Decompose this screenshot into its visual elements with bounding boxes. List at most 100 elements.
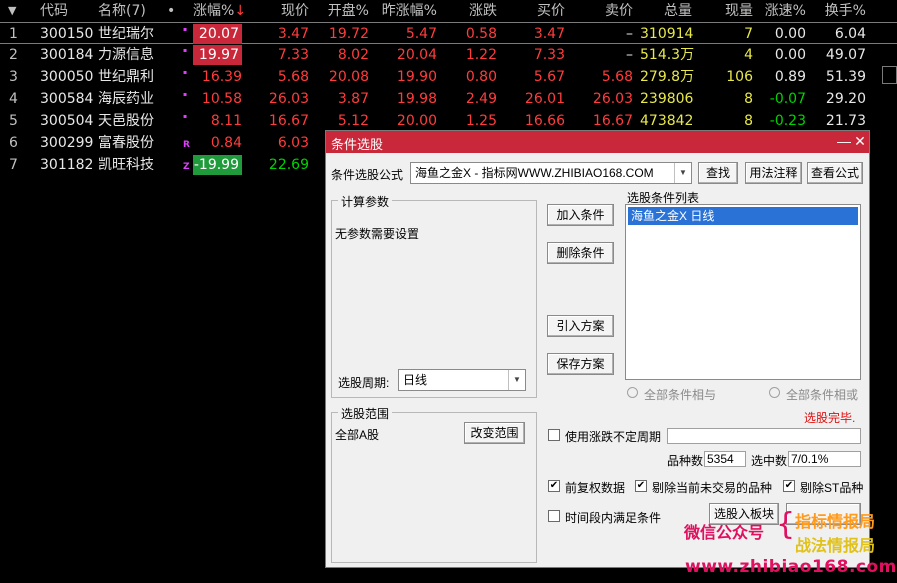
header-name[interactable]: 名称(7) <box>98 2 146 20</box>
exclude-st-label[interactable]: 剔除ST品种 <box>800 479 863 496</box>
add-condition-button[interactable]: 加入条件 <box>547 204 614 226</box>
cell-open-pct: 19.72 <box>328 26 369 42</box>
header-turnover[interactable]: 换手% <box>818 2 866 20</box>
row-dot-icon: ▪ <box>183 69 188 76</box>
cell-price: 16.67 <box>268 113 309 129</box>
cell-volume: 473842 <box>640 113 694 129</box>
table-row[interactable]: ▪ 5 300504 天邑股份 8.11 16.67 5.12 20.00 1.25 16.66 1… <box>0 110 897 132</box>
cell-bid: 7.33 <box>533 47 565 63</box>
cell-code: 300150 <box>40 26 94 42</box>
cell-idx: 4 <box>9 91 18 107</box>
header-last-vol[interactable]: 现量 <box>710 2 753 20</box>
cell-change: 1.22 <box>465 47 497 63</box>
cell-idx: 5 <box>9 113 18 129</box>
time-range-checkbox[interactable] <box>548 510 560 522</box>
table-row[interactable]: ▪ 2 300184 力源信息 19.97 7.33 8.02 20.04 1.22 7.33 –5… <box>0 44 897 66</box>
cell-bid: 26.01 <box>524 91 565 107</box>
cell-bid: 5.67 <box>533 69 565 85</box>
cell-change-pct: -19.99 <box>193 155 242 175</box>
header-open-pct[interactable]: 开盘% <box>310 2 369 20</box>
condition-list[interactable]: 海鱼之金X 日线 <box>625 204 861 380</box>
cell-code: 300050 <box>40 69 94 85</box>
header-change[interactable]: 涨跌 <box>440 2 497 20</box>
cell-open-pct: 3.87 <box>337 91 369 107</box>
cell-code: 300299 <box>40 135 94 151</box>
exclude-untraded-label[interactable]: 剔除当前未交易的品种 <box>652 479 772 496</box>
cell-turnover: 49.07 <box>825 47 866 63</box>
pre-adjust-checkbox[interactable]: ✔ <box>548 480 560 492</box>
cell-name: 海辰药业 <box>98 91 154 107</box>
cell-speed: -0.07 <box>769 91 806 107</box>
cell-prev-change-pct: 19.90 <box>396 69 437 85</box>
row-dot-icon: ▪ <box>183 91 188 98</box>
radio-or-label[interactable]: 全部条件相或 <box>786 386 858 403</box>
radio-and[interactable] <box>627 387 638 398</box>
cell-change: 2.49 <box>465 91 497 107</box>
cell-idx: 3 <box>9 69 18 85</box>
header-code[interactable]: 代码 <box>40 2 68 20</box>
header-change-pct[interactable]: 涨幅%↓ <box>193 2 246 20</box>
import-plan-button[interactable]: 引入方案 <box>547 315 614 337</box>
uncertain-period-checkbox[interactable] <box>548 429 560 441</box>
formula-value: 海鱼之金X - 指标网WWW.ZHIBIAO168.COM <box>415 166 654 180</box>
table-row[interactable]: ▪ 1 300150 世纪瑞尔 20.07 3.47 19.72 5.47 0.58 3.47 –3… <box>0 22 897 44</box>
range-group: 选股范围 全部A股 改变范围 <box>331 405 537 563</box>
close-icon[interactable]: ✕ <box>852 133 868 149</box>
no-params-text: 无参数需要设置 <box>335 227 420 241</box>
header-bid[interactable]: 买价 <box>505 2 565 20</box>
change-range-button[interactable]: 改变范围 <box>464 422 525 444</box>
stock-screener-dialog: 条件选股 — ✕ 条件选股公式 海鱼之金X - 指标网WWW.ZHIBIAO16… <box>325 130 870 568</box>
chevron-down-icon[interactable]: ▼ <box>508 370 525 390</box>
side-scroll-box[interactable] <box>882 66 897 84</box>
find-button[interactable]: 查找 <box>698 162 738 184</box>
save-plan-button[interactable]: 保存方案 <box>547 353 614 375</box>
formula-select[interactable]: 海鱼之金X - 指标网WWW.ZHIBIAO168.COM ▼ <box>410 162 692 184</box>
table-row[interactable]: ▪ 3 300050 世纪鼎利 16.39 5.68 20.08 19.90 0.80 5.67 5… <box>0 66 897 88</box>
uncertain-period-label[interactable]: 使用涨跌不定周期 <box>565 428 661 445</box>
exclude-untraded-checkbox[interactable]: ✔ <box>635 480 647 492</box>
cell-change-pct: 19.97 <box>193 45 242 65</box>
table-row[interactable]: ▪ 4 300584 海辰药业 10.58 26.03 3.87 19.98 2.49 26.01… <box>0 88 897 110</box>
row-dot-icon: ▪ <box>183 113 188 120</box>
range-group-title: 选股范围 <box>338 405 393 422</box>
cell-idx: 1 <box>9 26 18 42</box>
cell-name: 力源信息 <box>98 47 154 63</box>
minimize-icon[interactable]: — <box>836 133 852 149</box>
cell-prev-change-pct: 19.98 <box>396 91 437 107</box>
period-value: 日线 <box>403 373 428 387</box>
cell-change: 1.25 <box>465 113 497 129</box>
cell-idx: 7 <box>9 157 18 173</box>
chevron-down-icon[interactable]: ▼ <box>674 163 691 183</box>
view-formula-button[interactable]: 查看公式 <box>807 162 863 184</box>
header-ask[interactable]: 卖价 <box>573 2 633 20</box>
status-text: 选股完毕. <box>804 411 856 425</box>
selected-label: 选中数 <box>751 454 788 468</box>
cell-name: 世纪瑞尔 <box>98 26 154 42</box>
header-price[interactable]: 现价 <box>250 2 309 20</box>
exclude-st-checkbox[interactable]: ✔ <box>783 480 795 492</box>
cell-change-pct: 16.39 <box>201 69 242 85</box>
cell-idx: 6 <box>9 135 18 151</box>
list-item[interactable]: 海鱼之金X 日线 <box>628 207 858 225</box>
radio-or[interactable] <box>769 387 780 398</box>
pre-adjust-label[interactable]: 前复权数据 <box>565 479 625 496</box>
header-volume[interactable]: 总量 <box>640 2 692 20</box>
usage-notes-button[interactable]: 用法注释 <box>745 162 802 184</box>
period-select[interactable]: 日线 ▼ <box>398 369 526 391</box>
sort-menu-icon[interactable]: ▼ <box>8 2 16 20</box>
watermark-url: www.zhibiao168.com <box>685 557 897 577</box>
cell-speed: 0.89 <box>774 69 806 85</box>
cell-change-pct: 8.11 <box>210 113 242 129</box>
cell-open-pct: 20.08 <box>328 69 369 85</box>
time-range-label[interactable]: 时间段内满足条件 <box>565 509 661 526</box>
cell-change-pct: 10.58 <box>201 91 242 107</box>
radio-and-label[interactable]: 全部条件相与 <box>644 386 716 403</box>
delete-condition-button[interactable]: 删除条件 <box>547 242 614 264</box>
uncertain-period-field[interactable] <box>667 428 861 444</box>
header-prev-change-pct[interactable]: 昨涨幅% <box>370 2 437 20</box>
row-dot-icon: ▪ <box>183 26 188 33</box>
header-speed[interactable]: 涨速% <box>758 2 806 20</box>
cell-code: 300184 <box>40 47 94 63</box>
dialog-titlebar[interactable]: 条件选股 — ✕ <box>326 131 869 153</box>
cell-code: 300584 <box>40 91 94 107</box>
